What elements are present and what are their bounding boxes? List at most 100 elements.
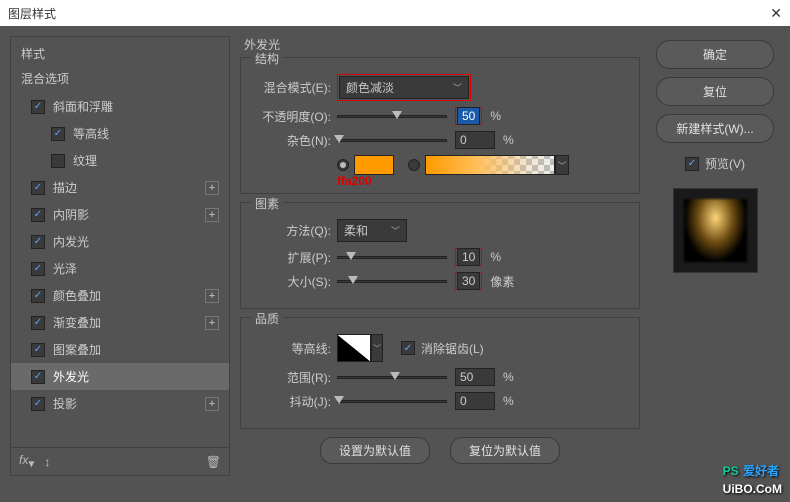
close-icon[interactable]: ✕	[770, 5, 782, 22]
effect-row-11[interactable]: 投影 +	[11, 390, 229, 417]
effect-checkbox[interactable]	[31, 343, 45, 357]
make-default-button[interactable]: 设置为默认值	[320, 437, 430, 464]
add-effect-icon[interactable]: +	[205, 397, 219, 411]
effect-checkbox[interactable]	[31, 370, 45, 384]
spread-label: 扩展(P):	[253, 249, 331, 266]
annotation-color: ffa200	[337, 174, 372, 188]
technique-select[interactable]: 柔和﹀	[337, 219, 407, 242]
preview-label: 预览(V)	[705, 155, 745, 172]
range-label: 范围(R):	[253, 369, 331, 386]
sidebar-blending-options[interactable]: 混合选项	[11, 66, 229, 93]
window-title: 图层样式	[8, 5, 56, 22]
effect-row-7[interactable]: 颜色叠加 +	[11, 282, 229, 309]
effect-row-3[interactable]: 描边+	[11, 174, 229, 201]
range-unit: %	[503, 370, 514, 384]
effect-label: 光泽	[53, 260, 77, 277]
reset-default-button[interactable]: 复位为默认值	[450, 437, 560, 464]
contour-picker[interactable]	[337, 334, 371, 362]
color-radio[interactable]	[337, 159, 349, 171]
effect-row-4[interactable]: 内阴影 +	[11, 201, 229, 228]
effect-checkbox[interactable]	[51, 154, 65, 168]
gradient-radio[interactable]	[408, 159, 420, 171]
effect-row-9[interactable]: 图案叠加	[11, 336, 229, 363]
noise-input[interactable]: 0	[455, 131, 495, 149]
panel-title: 外发光	[244, 36, 640, 53]
spread-slider[interactable]	[337, 250, 447, 264]
effect-row-5[interactable]: 内发光	[11, 228, 229, 255]
effect-label: 内发光	[53, 233, 89, 250]
effect-row-1[interactable]: 等高线	[11, 120, 229, 147]
sidebar-footer: fx▾ ↕ 🗑	[11, 447, 229, 475]
effect-checkbox[interactable]	[31, 208, 45, 222]
group-structure: 结构 混合模式(E): 颜色减淡﹀ 不透明度(O): 50 % 杂色(N):	[240, 57, 640, 194]
preview-checkbox[interactable]	[685, 157, 699, 171]
add-effect-icon[interactable]: +	[205, 289, 219, 303]
add-effect-icon[interactable]: +	[205, 208, 219, 222]
ok-button[interactable]: 确定	[656, 40, 774, 69]
antialias-checkbox[interactable]	[401, 341, 415, 355]
gradient-dropdown-icon[interactable]: ﹀	[555, 155, 569, 175]
effect-label: 投影	[53, 395, 77, 412]
opacity-input[interactable]: 50	[457, 107, 480, 125]
jitter-slider[interactable]	[337, 394, 447, 408]
effect-label: 图案叠加	[53, 341, 101, 358]
effect-label: 颜色叠加	[53, 287, 101, 304]
sidebar-header-style[interactable]: 样式	[11, 37, 229, 66]
effect-checkbox[interactable]	[31, 181, 45, 195]
effect-label: 等高线	[73, 125, 109, 142]
jitter-label: 抖动(J):	[253, 393, 331, 410]
add-effect-icon[interactable]: +	[205, 316, 219, 330]
effect-row-10[interactable]: 外发光	[11, 363, 229, 390]
size-label: 大小(S):	[253, 273, 331, 290]
effect-row-2[interactable]: 纹理	[11, 147, 229, 174]
effect-row-8[interactable]: 渐变叠加 +	[11, 309, 229, 336]
technique-label: 方法(Q):	[253, 222, 331, 239]
group-title-structure: 结构	[251, 50, 283, 67]
effect-label: 纹理	[73, 152, 97, 169]
effect-checkbox[interactable]	[31, 235, 45, 249]
effect-row-0[interactable]: 斜面和浮雕	[11, 93, 229, 120]
highlight-box-blendmode: 颜色减淡﹀	[337, 74, 471, 101]
antialias-label: 消除锯齿(L)	[421, 340, 484, 357]
noise-unit: %	[503, 133, 514, 147]
new-style-button[interactable]: 新建样式(W)...	[656, 114, 774, 143]
blend-mode-select[interactable]: 颜色减淡﹀	[339, 76, 469, 99]
effect-checkbox[interactable]	[31, 100, 45, 114]
noise-slider[interactable]	[337, 133, 447, 147]
contour-label: 等高线:	[253, 340, 331, 357]
effect-checkbox[interactable]	[31, 397, 45, 411]
group-title-elements: 图素	[251, 195, 283, 212]
opacity-slider[interactable]	[337, 109, 447, 123]
range-input[interactable]: 50	[455, 368, 495, 386]
effect-checkbox[interactable]	[51, 127, 65, 141]
noise-label: 杂色(N):	[253, 132, 331, 149]
trash-icon[interactable]: 🗑	[206, 455, 221, 469]
effect-label: 渐变叠加	[53, 314, 101, 331]
gradient-preview[interactable]	[425, 155, 555, 175]
highlight-box-spread: 10	[455, 248, 482, 266]
size-unit: 像素	[490, 273, 514, 290]
size-input[interactable]: 30	[457, 272, 480, 290]
effect-checkbox[interactable]	[31, 316, 45, 330]
highlight-box-opacity: 50	[455, 107, 482, 125]
jitter-input[interactable]: 0	[455, 392, 495, 410]
chevron-down-icon: ﹀	[391, 224, 400, 237]
fx-icon[interactable]: fx▾	[19, 453, 34, 470]
opacity-unit: %	[490, 109, 501, 123]
titlebar: 图层样式 ✕	[0, 0, 790, 26]
styles-sidebar: 样式 混合选项 斜面和浮雕等高线纹理描边+ 内阴影 + 内发光光泽颜色叠加 + 渐变叠加 +…	[10, 36, 230, 476]
effect-checkbox[interactable]	[31, 289, 45, 303]
color-swatch[interactable]	[354, 155, 394, 175]
range-slider[interactable]	[337, 370, 447, 384]
effect-checkbox[interactable]	[31, 262, 45, 276]
reset-button[interactable]: 复位	[656, 77, 774, 106]
group-title-quality: 品质	[251, 310, 283, 327]
add-effect-icon[interactable]: +	[205, 181, 219, 195]
spread-input[interactable]: 10	[457, 248, 480, 266]
size-slider[interactable]	[337, 274, 447, 288]
contour-dropdown-icon[interactable]: ﹀	[371, 334, 383, 362]
arrows-icon[interactable]: ↕	[44, 455, 50, 469]
effect-row-6[interactable]: 光泽	[11, 255, 229, 282]
effect-label: 外发光	[53, 368, 89, 385]
effect-label: 内阴影	[53, 206, 89, 223]
